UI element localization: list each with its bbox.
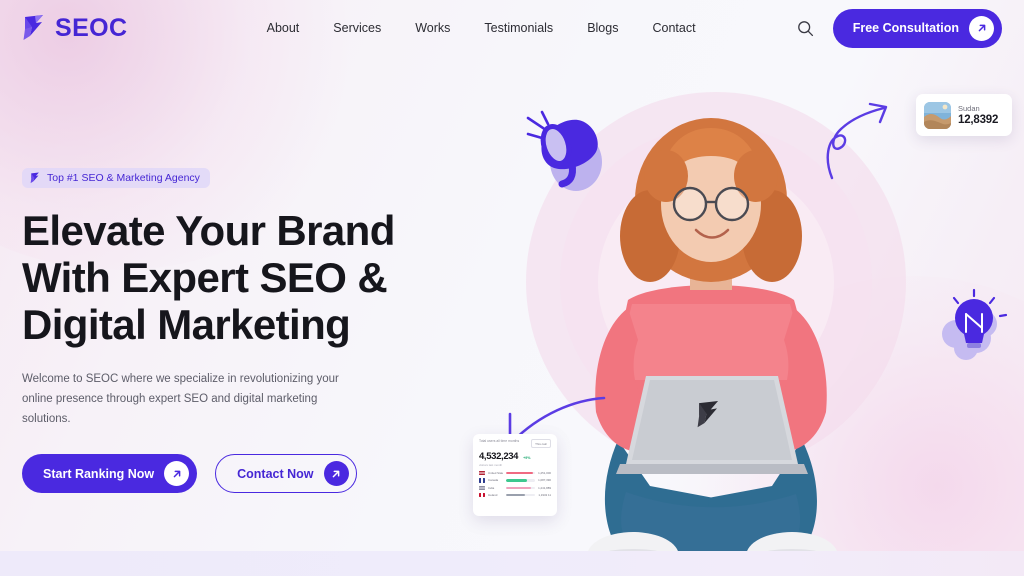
search-icon <box>798 20 814 36</box>
progress-fill <box>506 486 531 489</box>
analytics-row-country: United States <box>488 471 503 476</box>
nav-item-about[interactable]: About <box>267 21 300 35</box>
contact-now-label: Contact Now <box>237 466 314 481</box>
free-consultation-button[interactable]: Free Consultation <box>832 8 1002 48</box>
brand-name: SEOC <box>55 13 128 42</box>
hero-page: SEOC About Services Works Testimonials B… <box>0 0 1024 576</box>
list-item: Iceland 1,1932 11 <box>479 493 551 498</box>
start-ranking-now-label: Start Ranking Now <box>43 466 155 481</box>
country-name: Sudan <box>958 104 980 113</box>
nav-item-contact[interactable]: Contact <box>652 21 695 35</box>
progress-track <box>506 479 535 482</box>
country-stat-card[interactable]: Sudan 12,8392 <box>916 94 1012 136</box>
flag-icon <box>479 485 485 490</box>
megaphone-icon <box>526 110 602 191</box>
flag-icon <box>479 493 485 498</box>
progress-track <box>506 472 535 475</box>
country-stat-meta: Sudan 12,8392 <box>958 104 998 126</box>
analytics-card[interactable]: Total users all time months This calc 4,… <box>473 434 557 516</box>
list-item: Canada 1,087,390 <box>479 478 551 483</box>
analytics-row-country: Iceland <box>488 493 498 498</box>
seoc-flag-logo-icon <box>30 172 39 184</box>
analytics-row-value: 1,251,000 <box>538 471 551 476</box>
hero-subtext: Welcome to SEOC where we specialize in r… <box>22 373 339 426</box>
brand-logo[interactable]: SEOC <box>22 14 127 43</box>
list-item: United States 1,251,000 <box>479 471 551 476</box>
flag-icon <box>479 471 485 476</box>
page-bottom-strip <box>0 551 1024 576</box>
analytics-sublabel: visitors last month <box>479 463 503 467</box>
hero-badge: Top #1 SEO & Marketing Agency <box>22 168 210 188</box>
arrow-up-right-icon <box>164 461 190 487</box>
hero-badge-label: Top #1 SEO & Marketing Agency <box>47 172 200 184</box>
nav-item-blogs[interactable]: Blogs <box>587 21 618 35</box>
analytics-delta: +9% <box>523 456 531 460</box>
progress-track <box>506 494 535 497</box>
main-nav: About Services Works Testimonials Blogs … <box>167 21 794 35</box>
analytics-row-value: 1,241,889 <box>538 485 551 490</box>
list-item: India 1,241,889 <box>479 485 551 490</box>
header-actions: Free Consultation <box>795 8 1002 48</box>
site-header: SEOC About Services Works Testimonials B… <box>0 0 1024 56</box>
nav-item-services[interactable]: Services <box>333 21 381 35</box>
progress-fill <box>506 479 528 482</box>
country-value: 12,8392 <box>958 114 999 126</box>
desert-landscape-thumbnail <box>924 101 951 129</box>
analytics-range-chip[interactable]: This calc <box>531 439 551 448</box>
analytics-total-value: 4,532,234 <box>479 451 519 462</box>
nav-item-testimonials[interactable]: Testimonials <box>484 21 553 35</box>
analytics-total-row: 4,532,234 +9% <box>479 451 551 462</box>
analytics-title: Total users all time months <box>479 439 520 443</box>
arrow-up-right-icon <box>323 461 349 487</box>
hero-cta-row: Start Ranking Now Contact Now <box>22 454 442 494</box>
analytics-row-country: India <box>488 485 495 490</box>
progress-track <box>506 486 535 489</box>
search-button[interactable] <box>795 17 817 39</box>
analytics-row-value: 1,087,390 <box>538 478 551 483</box>
page-title: Elevate Your Brand With Expert SEO & Dig… <box>22 207 395 349</box>
analytics-card-header: Total users all time months This calc <box>479 439 551 448</box>
start-ranking-now-button[interactable]: Start Ranking Now <box>22 454 198 494</box>
analytics-row-country: Canada <box>488 478 499 483</box>
progress-fill <box>506 494 526 497</box>
curly-arrow-up-right-icon <box>826 102 888 180</box>
contact-now-button[interactable]: Contact Now <box>215 454 357 494</box>
analytics-country-list: United States 1,251,000 Canada 1,087,390… <box>479 471 551 498</box>
progress-fill <box>506 472 533 475</box>
lightbulb-icon <box>942 288 1008 360</box>
hero-text-block: Top #1 SEO & Marketing Agency Elevate Yo… <box>22 168 442 494</box>
arrow-up-right-icon <box>969 15 994 41</box>
seoc-flag-logo-icon <box>23 15 43 40</box>
flag-icon <box>479 478 485 483</box>
nav-item-works[interactable]: Works <box>415 21 450 35</box>
free-consultation-label: Free Consultation <box>852 21 959 35</box>
analytics-row-value: 1,1932 11 <box>538 493 551 498</box>
